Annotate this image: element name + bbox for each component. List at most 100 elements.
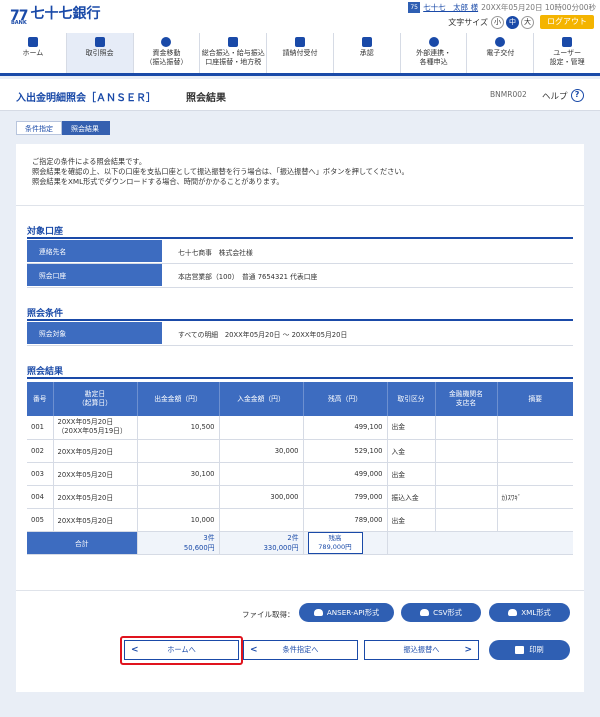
breadcrumb: 条件指定 照会結果 xyxy=(16,121,110,135)
cell-balance: 529,100 xyxy=(303,439,388,463)
account-row-account: 照会口座 本店営業部（100） 普通 7654321 代表口座 xyxy=(27,264,573,288)
nav-label: 設定・管理 xyxy=(549,58,585,66)
font-size-label: 文字サイズ xyxy=(448,17,488,27)
font-size-control: 文字サイズ 小 中 大 ログアウト xyxy=(448,15,594,29)
col-out: 出金金額（円） xyxy=(137,382,220,416)
kv-key: 照会口座 xyxy=(27,264,162,287)
result-table: 番号 勘定日 （起算日） 出金金額（円） 入金金額（円） 残高（円） 取引区分 金… xyxy=(27,382,573,555)
nav-transfer[interactable]: 資金移動 （振込振替） xyxy=(132,33,200,73)
user-settings-icon xyxy=(562,37,573,47)
nav-label: （振込振替） xyxy=(145,58,188,66)
cell-memo xyxy=(497,462,573,486)
kv-value: 本店営業部（100） 普通 7654321 代表口座 xyxy=(178,272,318,281)
total-balance-value: 789,000円 xyxy=(318,542,352,551)
logo-bank-text: BANK xyxy=(11,20,27,26)
col-bank: 金融機関名 支店名 xyxy=(435,382,498,416)
cell-date-value: （20XX年05月19日） xyxy=(57,427,127,436)
condition-row-target: 照会対象 すべての明細 20XX年05月20日 ～ 20XX年05月20日 xyxy=(27,322,573,346)
table-header-row: 番号 勘定日 （起算日） 出金金額（円） 入金金額（円） 残高（円） 取引区分 金… xyxy=(27,382,573,416)
chevron-right-icon: > xyxy=(464,645,472,655)
section-rule xyxy=(27,319,573,321)
condition-section-title: 照会条件 xyxy=(27,309,64,319)
cell-memo xyxy=(497,439,573,463)
cell-bank xyxy=(435,508,498,532)
cell-no: 002 xyxy=(27,439,54,463)
table-total-row: 合計 3件 50,600円 2件 330,000円 残高 789,000円 xyxy=(27,531,573,555)
card-icon xyxy=(228,37,239,47)
help-label: ヘルプ xyxy=(542,91,568,102)
cell-no: 003 xyxy=(27,462,54,486)
print-button[interactable]: 印刷 xyxy=(489,640,570,660)
header: 77 BANK 七十七銀行 75 七十七 太郎 様 20XX年05月20日 10… xyxy=(0,0,600,33)
cell-balance: 499,100 xyxy=(303,416,388,440)
table-row: 003 20XX年05月20日 30,100 499,000 出金 xyxy=(27,462,573,486)
nav-label: 総合振込・給与振込 xyxy=(201,49,265,57)
button-label: CSV形式 xyxy=(433,607,462,617)
cell-in xyxy=(219,508,304,532)
printer-icon xyxy=(515,646,525,654)
help-link[interactable]: ヘルプ? xyxy=(542,89,584,102)
home-button[interactable]: < ホームへ xyxy=(124,640,239,660)
chevron-left-icon: < xyxy=(250,645,258,655)
breadcrumb-step-condition: 条件指定 xyxy=(16,121,62,135)
intro-line: 照会結果を確認の上、以下の口座を支払口座として振込振替を行う場合は、「振込振替へ… xyxy=(32,167,409,176)
account-row-contact: 連絡先名 七十七商事 株式会社様 xyxy=(27,240,573,264)
col-no: 番号 xyxy=(27,382,54,416)
font-size-small-button[interactable]: 小 xyxy=(491,15,504,29)
total-in-count: 2件 xyxy=(287,533,299,542)
cell-in: 300,000 xyxy=(219,485,304,509)
cell-date: 20XX年05月20日 xyxy=(53,439,138,463)
section-rule xyxy=(27,237,573,239)
table-row: 005 20XX年05月20日 10,000 789,000 出金 xyxy=(27,508,573,532)
cell-out xyxy=(137,439,220,463)
user-badge-icon: 75 xyxy=(408,2,421,13)
nav-payment[interactable]: 請納付受付 xyxy=(266,33,333,73)
nav-user-settings[interactable]: ユーザー 設定・管理 xyxy=(533,33,600,73)
table-row: 002 20XX年05月20日 30,000 529,100 入金 xyxy=(27,439,573,463)
cell-out: 10,000 xyxy=(137,508,220,532)
download-xml-button[interactable]: XML形式 xyxy=(489,603,570,622)
to-transfer-button[interactable]: 振込振替へ > xyxy=(364,640,479,660)
cell-no: 004 xyxy=(27,485,54,509)
cell-date: 20XX年05月20日 （20XX年05月19日） xyxy=(53,416,138,440)
nav-home[interactable]: ホーム xyxy=(0,33,66,73)
table-row: 001 20XX年05月20日 （20XX年05月19日） 10,500 499,… xyxy=(27,416,573,440)
col-value-date-label: （起算日） xyxy=(78,399,112,407)
kv-value: 七十七商事 株式会社様 xyxy=(178,248,253,257)
nav-e-delivery[interactable]: 電子交付 xyxy=(466,33,533,73)
cell-in xyxy=(219,462,304,486)
cloud-download-icon xyxy=(420,609,430,616)
nav-bulk-transfer[interactable]: 総合振込・給与振込 口座振替・地方税 xyxy=(199,33,266,73)
total-out-sum: 50,600円 xyxy=(183,543,215,552)
cell-date: 20XX年05月20日 xyxy=(53,462,138,486)
nav-label: 口座振替・地方税 xyxy=(205,58,262,66)
download-csv-button[interactable]: CSV形式 xyxy=(401,603,481,622)
user-name-link[interactable]: 七十七 太郎 様 xyxy=(423,2,478,13)
logo-text: 七十七銀行 xyxy=(30,6,101,22)
total-out-count: 3件 xyxy=(203,533,215,542)
font-size-medium-button[interactable]: 中 xyxy=(506,15,519,29)
col-in: 入金金額（円） xyxy=(219,382,304,416)
nav-external[interactable]: 外部連携・ 各種申込 xyxy=(399,33,467,73)
button-label: 条件指定へ xyxy=(282,645,319,654)
download-anser-api-button[interactable]: ANSER-API形式 xyxy=(299,603,394,622)
button-label: 振込振替へ xyxy=(403,645,440,654)
nav-label: 各種申込 xyxy=(419,58,448,66)
nav-approval[interactable]: 承認 xyxy=(332,33,400,73)
nav-inquiry[interactable]: 取引照会 xyxy=(65,33,133,73)
divider xyxy=(16,590,584,591)
intro-line: ご指定の条件による照会結果です。 xyxy=(32,157,147,166)
cell-date: 20XX年05月20日 xyxy=(53,485,138,509)
global-nav: ホーム 取引照会 資金移動 （振込振替） 総合振込・給与振込 口座振替・地方税 請納… xyxy=(0,33,600,76)
font-size-large-button[interactable]: 大 xyxy=(521,15,534,29)
bank-logo[interactable]: 77 BANK 七十七銀行 xyxy=(10,6,101,26)
cell-type: 出金 xyxy=(387,462,436,486)
intro-line: 照会結果をXML形式でダウンロードする場合、時間がかかることがあります。 xyxy=(32,177,284,186)
back-to-condition-button[interactable]: < 条件指定へ xyxy=(243,640,358,660)
logout-button[interactable]: ログアウト xyxy=(540,15,594,29)
yen-icon xyxy=(161,37,172,47)
divider xyxy=(16,205,584,206)
cell-type: 入金 xyxy=(387,439,436,463)
cell-bank xyxy=(435,485,498,509)
approval-icon xyxy=(361,37,372,47)
